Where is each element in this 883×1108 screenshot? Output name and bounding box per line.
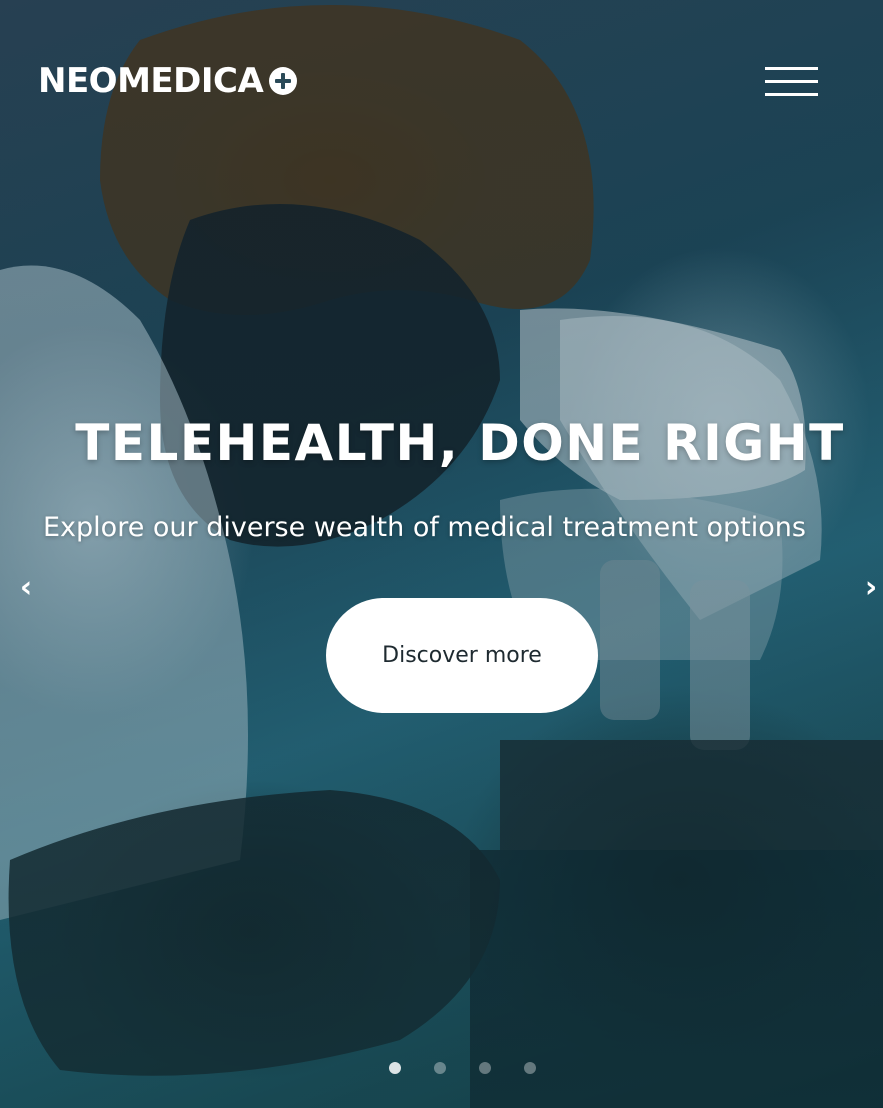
brand-name: NEOMEDICA <box>38 61 264 101</box>
menu-bar <box>765 93 818 96</box>
carousel-pagination <box>389 1062 536 1074</box>
carousel-dot[interactable] <box>434 1062 446 1074</box>
hamburger-menu-icon[interactable] <box>762 64 818 100</box>
discover-more-button[interactable]: Discover more <box>326 598 598 713</box>
hero-overlay <box>0 0 883 1108</box>
menu-bar <box>765 67 818 70</box>
chevron-right-icon[interactable]: › <box>857 573 883 603</box>
chevron-left-icon[interactable]: ‹ <box>12 573 40 603</box>
carousel-dot[interactable] <box>389 1062 401 1074</box>
hero-headline: TELEHEALTH, DONE RIGHT <box>75 414 845 472</box>
menu-bar <box>765 80 818 83</box>
hero-carousel: NEOMEDICA TELEHEALTH, DONE RIGHT Explore… <box>0 0 883 1108</box>
brand-logo[interactable]: NEOMEDICA <box>38 61 298 101</box>
hero-subtitle: Explore our diverse wealth of medical tr… <box>43 512 806 543</box>
carousel-dot[interactable] <box>524 1062 536 1074</box>
plus-circle-icon <box>269 67 298 95</box>
carousel-dot[interactable] <box>479 1062 491 1074</box>
